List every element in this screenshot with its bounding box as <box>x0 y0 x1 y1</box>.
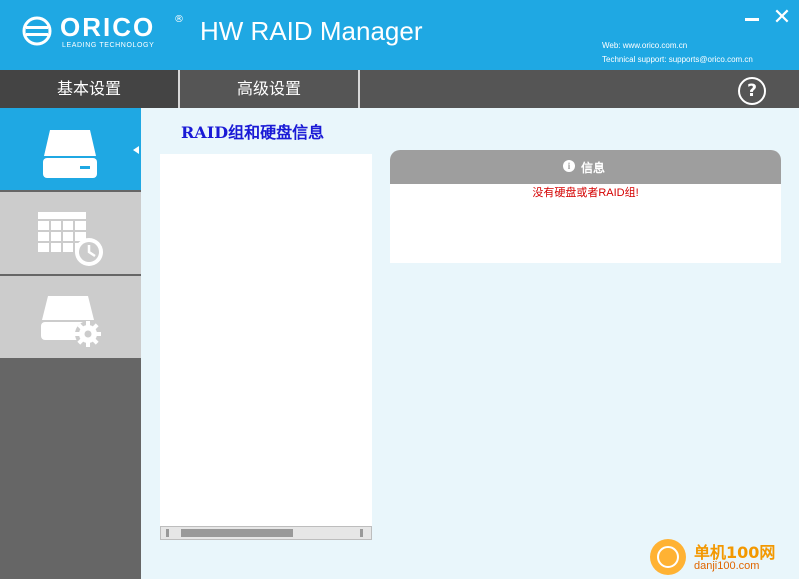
sidebar-item-raid-info[interactable] <box>0 108 141 190</box>
orico-logo-icon <box>22 16 52 46</box>
watermark-logo-icon <box>650 539 686 575</box>
info-panel-title: 信息 <box>581 161 606 175</box>
drive-settings-gear-icon <box>41 296 101 347</box>
help-button[interactable]: ? <box>738 77 766 105</box>
hard-drive-icon <box>43 130 97 178</box>
scrollbar-thumb[interactable] <box>181 529 293 537</box>
info-panel: i 信息 没有硬盘或者RAID组! <box>390 150 781 263</box>
site-watermark: 单机100网 danji100.com <box>650 537 798 579</box>
watermark-url: danji100.com <box>694 560 760 572</box>
registered-mark: ® <box>174 14 184 25</box>
help-icon: ? <box>747 81 757 101</box>
tab-advanced-settings[interactable]: 高级设置 <box>180 70 358 108</box>
sidebar <box>0 108 141 579</box>
support-email[interactable]: Technical support: supports@orico.com.cn <box>602 55 753 64</box>
scroll-left-icon[interactable] <box>166 529 169 537</box>
info-message: 没有硬盘或者RAID组! <box>532 187 639 199</box>
section-title: RAID组和硬盘信息 <box>181 123 325 142</box>
close-icon: ✕ <box>772 5 792 30</box>
watermark-logo-ring <box>657 546 679 568</box>
tab-divider <box>358 70 360 108</box>
orico-logo: ORICO ® LEADING TECHNOLOGY <box>22 12 184 54</box>
sidebar-item-drive-settings[interactable] <box>0 276 141 358</box>
info-panel-header: i 信息 <box>390 150 781 184</box>
minimize-button[interactable] <box>740 6 764 30</box>
close-button[interactable]: ✕ <box>770 6 794 30</box>
app-title: HW RAID Manager <box>200 16 423 46</box>
scroll-right-icon[interactable] <box>360 529 363 537</box>
brand-name: ORICO <box>60 12 156 42</box>
title-bar: ORICO ® LEADING TECHNOLOGY HW RAID Manag… <box>0 0 799 70</box>
tab-bar: 基本设置 高级设置 <box>0 70 799 108</box>
raid-drive-list[interactable] <box>160 154 372 540</box>
tab-basic-settings[interactable]: 基本设置 <box>0 70 178 108</box>
horizontal-scrollbar[interactable] <box>160 526 372 540</box>
info-icon: i <box>563 160 575 172</box>
brand-tagline: LEADING TECHNOLOGY <box>62 42 155 49</box>
web-link[interactable]: Web: www.orico.com.cn <box>602 41 687 50</box>
active-pointer <box>133 146 139 154</box>
sidebar-item-schedule[interactable] <box>0 192 141 274</box>
schedule-grid-clock-icon <box>38 212 103 266</box>
minimize-icon <box>745 18 759 21</box>
